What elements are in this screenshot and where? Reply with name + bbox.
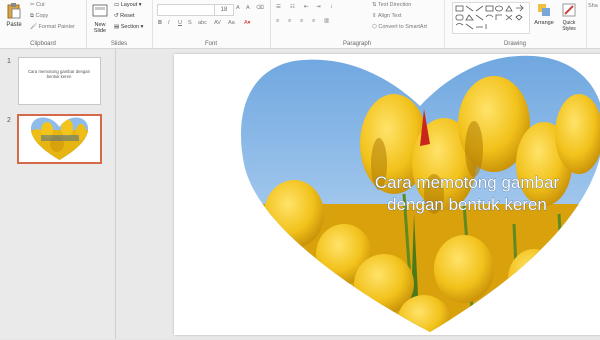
reset-button[interactable]: ↺ Reset <box>114 13 135 19</box>
text-direction-button[interactable]: ⇅ Text Direction <box>372 2 411 8</box>
paragraph-group: ☰ ☷ ⇤ ⇥ ↕ ≡ ≡ ≡ ≡ ▥ ⇅ Text Direction ⇕ A… <box>270 0 445 48</box>
align-center-button[interactable]: ≡ <box>288 18 291 24</box>
paste-icon <box>7 3 21 19</box>
reset-label: Reset <box>120 13 135 19</box>
decrease-indent-button[interactable]: ⇤ <box>304 4 309 10</box>
convert-smartart-label: Convert to SmartArt <box>378 24 427 30</box>
font-color-button[interactable]: A▾ <box>244 20 250 26</box>
grow-font-button[interactable]: A <box>236 5 240 11</box>
layout-button[interactable]: ▭ Layout ▾ <box>114 2 142 8</box>
slide-title-line-2[interactable]: dengan bentuk keren <box>387 195 547 215</box>
align-left-button[interactable]: ≡ <box>276 18 279 24</box>
text-direction-label: Text Direction <box>378 2 412 8</box>
font-group-label: Font <box>204 41 217 47</box>
bullets-button[interactable]: ☰ <box>276 4 281 10</box>
format-painter-label: Format Painter <box>38 24 75 30</box>
align-right-button[interactable]: ≡ <box>300 18 303 24</box>
convert-smartart-button[interactable]: ⬡ Convert to SmartArt <box>372 24 427 30</box>
clear-format-button[interactable]: ⌫ <box>256 5 264 11</box>
justify-button[interactable]: ≡ <box>312 18 315 24</box>
copy-button[interactable]: ⧉ Copy <box>30 13 48 20</box>
columns-button[interactable]: ▥ <box>324 18 329 24</box>
numbering-button[interactable]: ☷ <box>290 4 295 10</box>
italic-button[interactable]: I <box>168 20 170 26</box>
slide-number-1: 1 <box>7 58 11 65</box>
paragraph-group-label: Paragraph <box>342 41 372 47</box>
arrange-button[interactable]: Arrange <box>532 2 556 26</box>
paste-button[interactable]: Paste <box>3 2 25 28</box>
quick-styles-button[interactable]: Quick Styles <box>557 2 581 32</box>
quick-styles-label: Quick Styles <box>562 20 576 32</box>
layout-label: Layout <box>120 2 138 8</box>
slide-thumbnail-pane: 1 Cara memotong gambar dengan bentuk ker… <box>0 49 116 339</box>
line-spacing-button[interactable]: ↕ <box>330 4 333 10</box>
char-spacing-button[interactable]: AV <box>214 20 221 26</box>
shape-fill-button[interactable]: Sha <box>588 3 598 9</box>
shadow-button[interactable]: S <box>188 20 192 26</box>
section-button[interactable]: ▤ Section ▾ <box>114 24 143 30</box>
slide-number-2: 2 <box>7 117 11 124</box>
slide-editor: Cara memotong gambar dengan bentuk keren <box>116 49 600 339</box>
slide-thumbnail-2[interactable] <box>17 114 102 164</box>
underline-button[interactable]: U <box>178 20 182 26</box>
cut-label: Cut <box>36 2 45 8</box>
font-group: 18 A A ⌫ B I U S abc AV Aa A▾ Font <box>152 0 271 48</box>
copy-label: Copy <box>35 13 49 19</box>
paste-label: Paste <box>6 22 22 28</box>
change-case-button[interactable]: Aa <box>228 20 235 26</box>
slide-thumbnail-1[interactable]: Cara memotong gambar dengan bentuk keren <box>18 57 101 105</box>
slides-group-label: Slides <box>110 41 128 47</box>
drawing-group-label: Drawing <box>503 41 526 47</box>
format-painter-button[interactable]: 🖌 Format Painter <box>30 24 75 30</box>
arrange-icon <box>538 4 550 16</box>
quick-styles-icon <box>562 3 576 17</box>
align-text-button[interactable]: ⇕ Align Text <box>372 13 402 19</box>
section-label: Section <box>120 24 140 30</box>
align-text-label: Align Text <box>377 13 402 19</box>
drawing-group: Arrange Quick Styles Drawing <box>444 0 587 48</box>
slide-canvas[interactable]: Cara memotong gambar dengan bentuk keren <box>174 54 600 335</box>
ribbon: Paste ✂ Cut ⧉ Copy 🖌 Format Painter Clip… <box>0 0 600 49</box>
strikethrough-button[interactable]: abc <box>198 20 207 26</box>
shrink-font-button[interactable]: A <box>246 5 250 11</box>
new-slide-icon <box>92 4 108 17</box>
font-name-field[interactable] <box>157 4 215 16</box>
shapes-gallery[interactable] <box>452 2 530 34</box>
clipboard-group: Paste ✂ Cut ⧉ Copy 🖌 Format Painter Clip… <box>0 0 87 48</box>
cut-button[interactable]: ✂ Cut <box>30 2 45 8</box>
shapes-gallery-icon <box>455 4 524 30</box>
bold-button[interactable]: B <box>158 20 162 26</box>
increase-indent-button[interactable]: ⇥ <box>316 4 321 10</box>
slide-thumbnail-2-heart-image <box>30 117 89 160</box>
new-slide-button[interactable]: New Slide <box>89 2 111 34</box>
new-slide-label: New Slide <box>93 22 107 34</box>
font-size-field[interactable]: 18 <box>214 4 234 16</box>
arrange-label: Arrange <box>534 20 554 26</box>
slides-group: New Slide ▭ Layout ▾ ↺ Reset ▤ Section ▾… <box>86 0 153 48</box>
heart-cropped-tulip-image[interactable]: Cara memotong gambar dengan bentuk keren <box>174 54 600 335</box>
slide-thumbnail-1-text: Cara memotong gambar dengan bentuk keren <box>27 69 91 79</box>
slide-title-line-1[interactable]: Cara memotong gambar <box>375 173 560 193</box>
clipboard-group-label: Clipboard <box>30 41 56 47</box>
